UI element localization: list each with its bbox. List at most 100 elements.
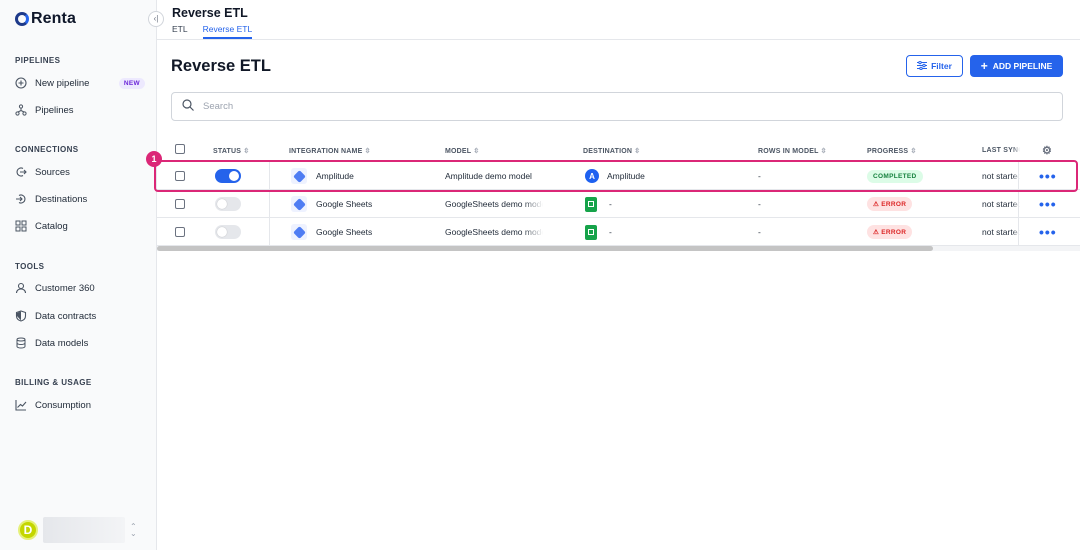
rows-cell: - bbox=[758, 171, 761, 181]
sidebar-item-customer-360[interactable]: Customer 360 bbox=[15, 278, 145, 298]
status-cell bbox=[215, 218, 241, 246]
integration-cell: Google Sheets bbox=[291, 190, 372, 218]
tab-etl[interactable]: ETL bbox=[172, 24, 188, 39]
row-actions-cell: ••• bbox=[1039, 218, 1057, 246]
sidebar-item-label: Data models bbox=[35, 337, 89, 349]
status-cell bbox=[215, 190, 241, 218]
grid-icon bbox=[15, 220, 27, 232]
amplitude-icon: A bbox=[585, 169, 599, 183]
tab-reverse-etl[interactable]: Reverse ETL bbox=[202, 24, 253, 39]
collapse-sidebar-button[interactable]: ‹| bbox=[148, 11, 164, 27]
row-checkbox[interactable] bbox=[175, 199, 185, 209]
sidebar-item-sources[interactable]: Sources bbox=[15, 162, 145, 182]
column-divider bbox=[269, 218, 270, 246]
row-checkbox[interactable] bbox=[175, 171, 185, 181]
sidebar-item-data-models[interactable]: Data models bbox=[15, 333, 145, 353]
bigquery-icon bbox=[291, 196, 307, 212]
column-header-destination[interactable]: DESTINATION ⇳ bbox=[583, 147, 640, 155]
status-toggle[interactable] bbox=[215, 169, 241, 183]
network-icon bbox=[15, 104, 27, 116]
more-actions-icon[interactable]: ••• bbox=[1039, 196, 1057, 212]
brand-name: Renta bbox=[31, 10, 76, 27]
column-divider bbox=[269, 190, 270, 218]
sort-icon: ⇳ bbox=[634, 148, 641, 155]
section-title-pipelines: PIPELINES bbox=[15, 56, 61, 65]
status-toggle[interactable] bbox=[215, 225, 241, 239]
sort-icon: ⇳ bbox=[910, 148, 917, 155]
sidebar-item-consumption[interactable]: Consumption bbox=[15, 395, 145, 415]
table-row[interactable]: Google Sheets GoogleSheets demo model - … bbox=[157, 218, 1080, 246]
user-icon bbox=[15, 282, 27, 294]
plus-circle-icon bbox=[15, 77, 27, 89]
header-tabs: ETL Reverse ETL bbox=[172, 24, 253, 39]
column-header-integration-name[interactable]: INTEGRATION NAME ⇳ bbox=[289, 147, 371, 155]
search-box bbox=[171, 92, 1063, 121]
status-badge: ⚠ ERROR bbox=[867, 225, 913, 239]
column-header-model[interactable]: MODEL ⇳ bbox=[445, 147, 479, 155]
bigquery-icon bbox=[291, 224, 307, 240]
select-all-checkbox[interactable] bbox=[175, 144, 185, 154]
sidebar-item-label: Catalog bbox=[35, 220, 68, 232]
last-sync-cell: not started bbox=[982, 199, 1020, 209]
integration-name: Google Sheets bbox=[316, 199, 373, 209]
destination-name: - bbox=[609, 227, 612, 237]
last-sync-cell: not started bbox=[982, 227, 1020, 237]
column-divider bbox=[1018, 162, 1019, 190]
sidebar-item-destinations[interactable]: Destinations bbox=[15, 189, 145, 209]
sidebar-item-new-pipeline[interactable]: New pipeline NEW bbox=[15, 73, 145, 93]
row-actions-cell: ••• bbox=[1039, 190, 1057, 218]
search-input[interactable] bbox=[203, 101, 1003, 112]
google-sheets-icon bbox=[585, 196, 597, 212]
table-row[interactable]: Amplitude Amplitude demo model A Amplitu… bbox=[157, 162, 1080, 190]
table-row[interactable]: Google Sheets GoogleSheets demo model - … bbox=[157, 190, 1080, 218]
destination-name: Amplitude bbox=[607, 171, 645, 181]
sort-icon: ⇳ bbox=[820, 148, 827, 155]
filter-label: Filter bbox=[931, 61, 952, 71]
sidebar-item-pipelines[interactable]: Pipelines bbox=[15, 100, 145, 120]
sidebar-item-label: New pipeline bbox=[35, 77, 90, 89]
model-cell: Amplitude demo model bbox=[445, 162, 553, 190]
status-cell bbox=[215, 162, 241, 190]
sidebar-item-catalog[interactable]: Catalog bbox=[15, 216, 145, 236]
sidebar-item-label: Data contracts bbox=[35, 310, 97, 322]
destination-cell: A Amplitude bbox=[585, 162, 645, 190]
model-name: GoogleSheets demo model bbox=[445, 227, 543, 237]
filter-button[interactable]: Filter bbox=[906, 55, 963, 77]
more-actions-icon[interactable]: ••• bbox=[1039, 224, 1057, 240]
sort-icon: ⇳ bbox=[364, 148, 371, 155]
status-toggle[interactable] bbox=[215, 197, 241, 211]
database-icon bbox=[15, 337, 27, 349]
row-checkbox[interactable] bbox=[175, 227, 185, 237]
model-cell: GoogleSheets demo model bbox=[445, 218, 543, 246]
column-header-status[interactable]: STATUS ⇳ bbox=[213, 147, 249, 155]
user-name-redacted bbox=[43, 517, 125, 543]
plus-icon: + bbox=[980, 59, 988, 73]
search-icon bbox=[182, 98, 194, 116]
section-title-billing: BILLING & USAGE bbox=[15, 378, 92, 387]
scrollbar-thumb[interactable] bbox=[157, 246, 933, 251]
renta-logo-icon bbox=[15, 12, 29, 26]
column-header-rows-in-model[interactable]: ROWS IN MODEL ⇳ bbox=[758, 147, 827, 155]
sidebar-item-label: Customer 360 bbox=[35, 282, 95, 294]
horizontal-scrollbar[interactable] bbox=[157, 246, 1080, 251]
bigquery-icon bbox=[291, 168, 307, 184]
column-divider bbox=[1018, 190, 1019, 218]
last-sync-cell: not started bbox=[982, 171, 1020, 181]
more-actions-icon[interactable]: ••• bbox=[1039, 168, 1057, 184]
column-header-progress[interactable]: PROGRESS ⇳ bbox=[867, 147, 917, 155]
rows-cell: - bbox=[758, 199, 761, 209]
page-title: Reverse ETL bbox=[171, 57, 271, 75]
logo[interactable]: Renta bbox=[15, 10, 76, 28]
column-divider bbox=[1018, 218, 1019, 246]
model-name: GoogleSheets demo model bbox=[445, 199, 543, 209]
sidebar-item-data-contracts[interactable]: Data contracts bbox=[15, 306, 145, 326]
gear-icon[interactable]: ⚙ bbox=[1042, 144, 1052, 157]
integration-name: Google Sheets bbox=[316, 227, 373, 237]
user-menu[interactable]: D ⌃ ⌄ bbox=[18, 517, 137, 543]
column-header-last-sync[interactable]: LAST SYNC bbox=[982, 147, 1020, 154]
integration-cell: Google Sheets bbox=[291, 218, 372, 246]
destination-cell: - bbox=[585, 218, 612, 246]
column-divider bbox=[269, 162, 270, 190]
add-pipeline-button[interactable]: + ADD PIPELINE bbox=[970, 55, 1063, 77]
integration-name: Amplitude bbox=[316, 171, 354, 181]
